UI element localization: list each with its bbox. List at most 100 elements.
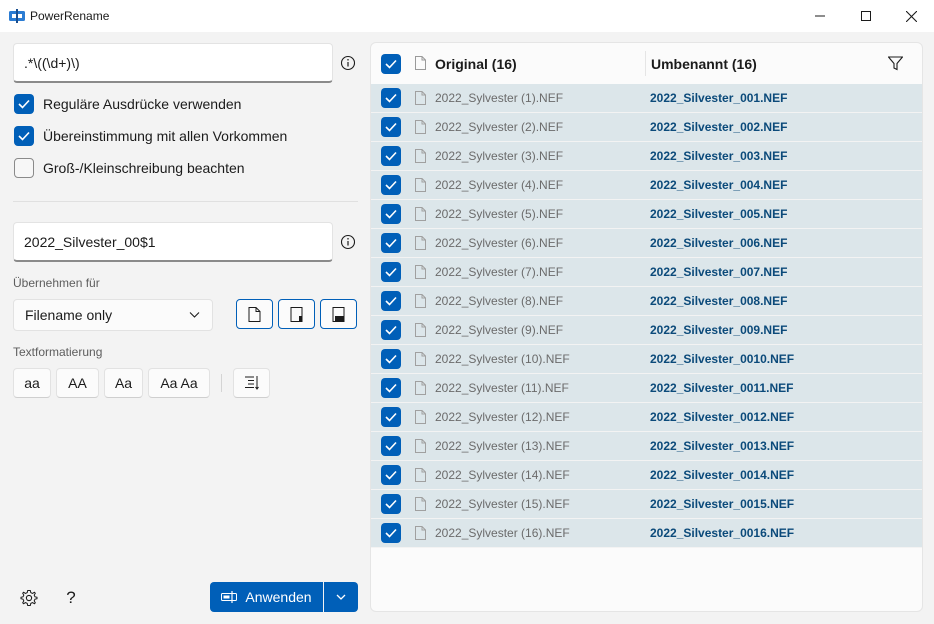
file-icon [415,120,426,134]
include-subfolders-button[interactable] [320,299,357,329]
checkmark-icon [385,93,397,103]
close-button[interactable] [888,0,934,32]
table-row[interactable]: 2022_Sylvester (10).NEF 2022_Silvester_00… [371,345,922,374]
file-icon [415,149,426,163]
text-format-label: Textformatierung [13,345,103,359]
row-checkbox[interactable] [381,117,401,137]
checkmark-icon [385,354,397,364]
uppercase-button[interactable]: AA [56,368,99,398]
row-checkbox[interactable] [381,146,401,166]
original-filename: 2022_Sylvester (4).NEF [435,178,564,192]
original-filename: 2022_Sylvester (1).NEF [435,91,564,105]
original-filename: 2022_Sylvester (13).NEF [435,439,570,453]
apply-for-dropdown[interactable]: Filename only [13,299,213,331]
row-checkbox[interactable] [381,175,401,195]
column-header-renamed[interactable]: Umbenannt (16) [651,56,757,72]
original-filename: 2022_Sylvester (3).NEF [435,149,564,163]
row-checkbox[interactable] [381,349,401,369]
row-checkbox[interactable] [381,523,401,543]
table-row[interactable]: 2022_Sylvester (8).NEF 2022_Silvester_008… [371,287,922,316]
table-row[interactable]: 2022_Sylvester (16).NEF 2022_Silvester_00… [371,519,922,548]
row-checkbox[interactable] [381,494,401,514]
renamed-filename: 2022_Silvester_0010.NEF [650,352,795,366]
row-checkbox[interactable] [381,233,401,253]
table-row[interactable]: 2022_Sylvester (11).NEF 2022_Silvester_00… [371,374,922,403]
table-row[interactable]: 2022_Sylvester (15).NEF 2022_Silvester_00… [371,490,922,519]
folder-icon [290,306,303,322]
checkmark-icon [385,383,397,393]
file-icon [415,410,426,424]
enumerate-button[interactable] [233,368,270,398]
file-icon [415,468,426,482]
table-row[interactable]: 2022_Sylvester (5).NEF 2022_Silvester_005… [371,200,922,229]
settings-button[interactable] [19,588,39,608]
maximize-button[interactable] [843,0,889,32]
checkbox-case-sensitive[interactable]: Groß-/Kleinschreibung beachten [14,157,245,179]
renamed-filename: 2022_Silvester_0011.NEF [650,381,794,395]
table-row[interactable]: 2022_Sylvester (13).NEF 2022_Silvester_00… [371,432,922,461]
original-filename: 2022_Sylvester (14).NEF [435,468,570,482]
checkbox-regex[interactable]: Reguläre Ausdrücke verwenden [14,93,241,115]
checkbox-case-sensitive-box[interactable] [14,158,34,178]
replace-input[interactable]: 2022_Silvester_00$1 [13,222,333,262]
row-checkbox[interactable] [381,291,401,311]
row-checkbox[interactable] [381,204,401,224]
original-filename: 2022_Sylvester (7).NEF [435,265,564,279]
select-all-checkbox[interactable] [381,54,401,74]
row-checkbox[interactable] [381,320,401,340]
checkmark-icon [385,499,397,509]
table-row[interactable]: 2022_Sylvester (14).NEF 2022_Silvester_00… [371,461,922,490]
apply-button[interactable]: Anwenden [210,582,323,612]
replace-info-icon[interactable] [340,234,356,250]
original-filename: 2022_Sylvester (16).NEF [435,526,570,540]
file-icon [415,294,426,308]
apply-options-button[interactable] [324,582,358,612]
search-input[interactable]: .*\((\d+)\) [13,43,333,83]
table-row[interactable]: 2022_Sylvester (7).NEF 2022_Silvester_007… [371,258,922,287]
table-row[interactable]: 2022_Sylvester (9).NEF 2022_Silvester_009… [371,316,922,345]
file-icon [415,352,426,366]
row-checkbox[interactable] [381,262,401,282]
row-checkbox[interactable] [381,378,401,398]
row-checkbox[interactable] [381,465,401,485]
search-info-icon[interactable] [340,55,356,71]
checkmark-icon [385,296,397,306]
table-row[interactable]: 2022_Sylvester (3).NEF 2022_Silvester_003… [371,142,922,171]
renamed-filename: 2022_Silvester_005.NEF [650,207,788,221]
column-header-original[interactable]: Original (16) [435,56,517,72]
renamed-filename: 2022_Silvester_006.NEF [650,236,788,250]
include-folders-button[interactable] [278,299,315,329]
renamed-filename: 2022_Silvester_0012.NEF [650,410,795,424]
renamed-filename: 2022_Silvester_008.NEF [650,294,788,308]
checkbox-match-all[interactable]: Übereinstimmung mit allen Vorkommen [14,125,287,147]
file-list: Original (16) Umbenannt (16) 2022_Sylves… [370,42,923,612]
maximize-icon [861,11,871,21]
titlecase-button[interactable]: Aa [104,368,143,398]
row-checkbox[interactable] [381,407,401,427]
lowercase-button[interactable]: aa [13,368,51,398]
include-files-button[interactable] [236,299,273,329]
checkbox-match-all-box[interactable] [14,126,34,146]
checkbox-match-all-label: Übereinstimmung mit allen Vorkommen [43,128,288,144]
help-button[interactable]: ? [61,588,81,608]
row-checkbox[interactable] [381,88,401,108]
original-filename: 2022_Sylvester (9).NEF [435,323,564,337]
table-row[interactable]: 2022_Sylvester (12).NEF 2022_Silvester_00… [371,403,922,432]
table-row[interactable]: 2022_Sylvester (4).NEF 2022_Silvester_004… [371,171,922,200]
checkmark-icon [385,470,397,480]
close-icon [905,10,917,22]
row-checkbox[interactable] [381,436,401,456]
file-icon [415,526,426,540]
chevron-down-icon [189,312,200,318]
table-row[interactable]: 2022_Sylvester (1).NEF 2022_Silvester_001… [371,84,922,113]
capitalize-each-word-button[interactable]: Aa Aa [148,368,210,398]
file-icon [415,91,426,105]
checkbox-regex-box[interactable] [14,94,34,114]
table-row[interactable]: 2022_Sylvester (6).NEF 2022_Silvester_006… [371,229,922,258]
minimize-button[interactable] [797,0,843,32]
original-filename: 2022_Sylvester (10).NEF [435,352,570,366]
table-row[interactable]: 2022_Sylvester (2).NEF 2022_Silvester_002… [371,113,922,142]
filter-icon[interactable] [888,56,903,71]
checkbox-case-sensitive-label: Groß-/Kleinschreibung beachten [43,160,245,176]
renamed-filename: 2022_Silvester_0013.NEF [650,439,795,453]
